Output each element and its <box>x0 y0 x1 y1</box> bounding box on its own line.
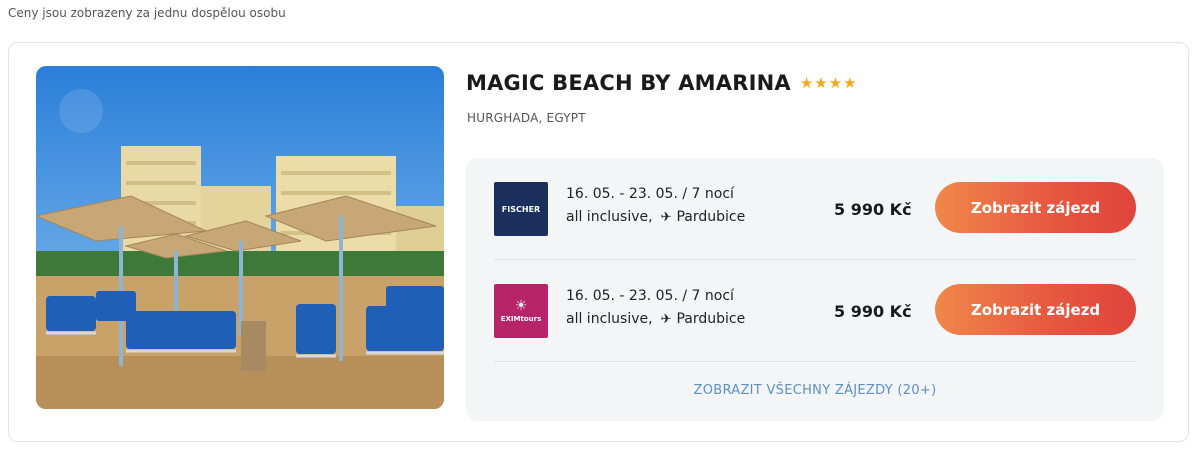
divider <box>494 361 1136 362</box>
plane-departure-icon: ✈ <box>660 311 672 327</box>
offer-row: FISCHER 16. 05. - 23. 05. / 7 nocí all i… <box>466 158 1164 246</box>
show-trip-button[interactable]: Zobrazit zájezd <box>935 284 1136 335</box>
fischer-logo: FISCHER <box>494 182 548 236</box>
offers-panel: FISCHER 16. 05. - 23. 05. / 7 nocí all i… <box>466 158 1164 421</box>
offer-dates: 16. 05. - 23. 05. / 7 nocí <box>566 288 734 304</box>
offer-board: all inclusive, ✈ Pardubice <box>566 209 745 225</box>
hotel-photo[interactable] <box>36 66 444 409</box>
hotel-name[interactable]: MAGIC BEACH BY AMARINA <box>466 71 791 95</box>
board-type: all inclusive, <box>566 311 653 327</box>
offer-price: 5 990 Kč <box>834 302 912 321</box>
fischer-logo-text: FISCHER <box>501 204 541 214</box>
offer-row: ☀ EXIMtours 16. 05. - 23. 05. / 7 nocí a… <box>466 260 1164 348</box>
show-all-trips-link[interactable]: ZOBRAZIT VŠECHNY ZÁJEZDY (20+) <box>466 383 1164 398</box>
star-rating: ★★★★ <box>799 74 858 92</box>
hotel-location: HURGHADA, EGYPT <box>467 111 586 125</box>
departure-airport: Pardubice <box>676 209 746 225</box>
offer-price: 5 990 Kč <box>834 200 912 219</box>
plane-departure-icon: ✈ <box>660 209 672 225</box>
exim-tours-logo: ☀ EXIMtours <box>494 284 548 338</box>
hotel-card: MAGIC BEACH BY AMARINA ★★★★ HURGHADA, EG… <box>8 42 1189 442</box>
show-trip-button[interactable]: Zobrazit zájezd <box>935 182 1136 233</box>
hotel-title-row: MAGIC BEACH BY AMARINA ★★★★ <box>466 71 858 95</box>
board-type: all inclusive, <box>566 209 653 225</box>
departure-airport: Pardubice <box>676 311 746 327</box>
offer-dates: 16. 05. - 23. 05. / 7 nocí <box>566 186 734 202</box>
exim-logo-text: EXIMtours <box>500 315 542 323</box>
price-note: Ceny jsou zobrazeny za jednu dospělou os… <box>8 6 286 20</box>
exim-sun-icon: ☀ <box>514 298 528 314</box>
offer-board: all inclusive, ✈ Pardubice <box>566 311 745 327</box>
